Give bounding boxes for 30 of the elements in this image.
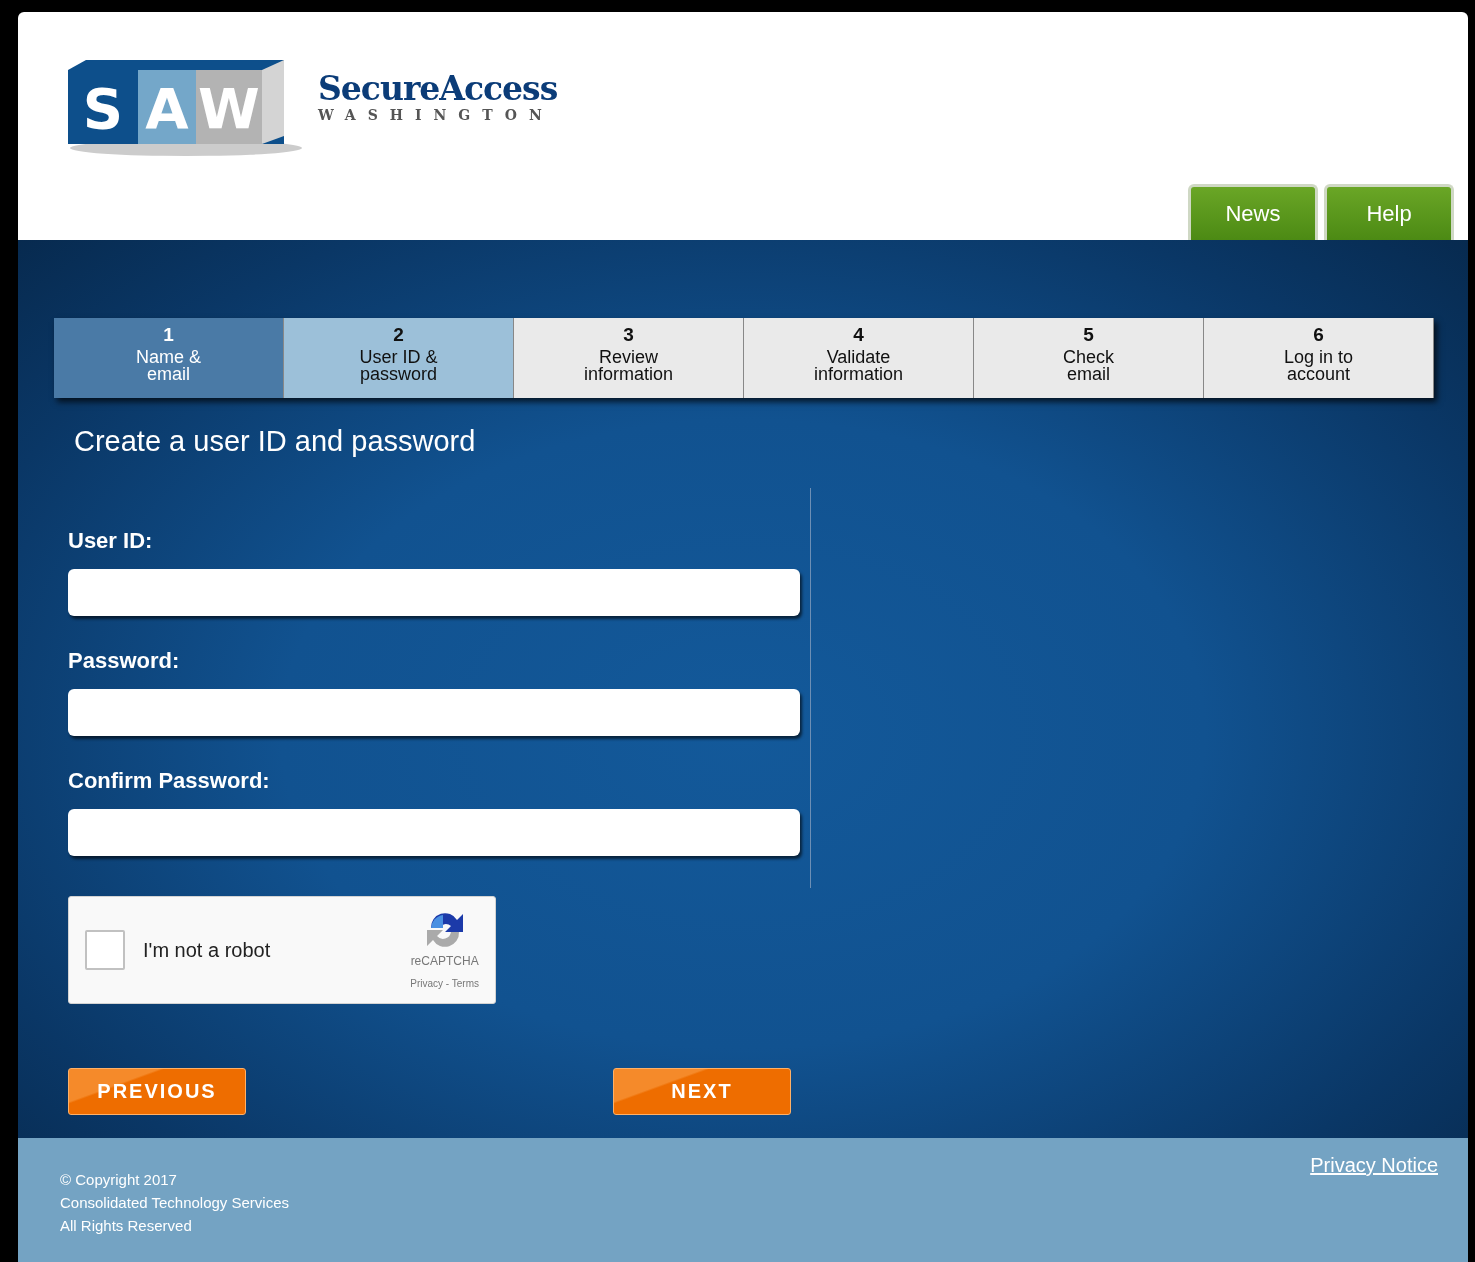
privacy-notice-link[interactable]: Privacy Notice	[1310, 1150, 1438, 1262]
logo-subtitle: WASHINGTON	[318, 106, 555, 125]
field-label: Confirm Password:	[68, 766, 271, 795]
captcha-checkbox[interactable]	[85, 929, 125, 970]
field-label: Password:	[68, 646, 181, 675]
captcha-links[interactable]: Privacy - Terms	[410, 976, 479, 991]
header-tab[interactable]: News	[1188, 184, 1318, 240]
footer-text: © Copyright 2017	[60, 1170, 178, 1190]
header-tab[interactable]: Help	[1324, 184, 1454, 240]
footer-text: All Rights Reserved	[60, 1216, 193, 1236]
input-field[interactable]	[68, 808, 800, 856]
input-field[interactable]	[68, 568, 800, 616]
logo-letter: A	[145, 76, 189, 141]
wizard-step: 4 Validate information	[744, 318, 974, 398]
input-field[interactable]	[68, 688, 800, 736]
footer-text: Consolidated Technology Services	[60, 1193, 290, 1213]
page-heading: Create a user ID and password	[74, 424, 477, 459]
wizard-step: 3 Review information	[514, 318, 744, 398]
next-button[interactable]: NEXT	[613, 1067, 791, 1115]
wizard-step: 5 Check email	[974, 318, 1204, 398]
wizard-step: 6 Log in to account	[1204, 318, 1434, 398]
logo-letter: S	[82, 76, 124, 141]
captcha-brand: reCAPTCHA	[410, 953, 479, 970]
logo-letter: W	[198, 76, 260, 141]
wizard-step: 1 Name & email	[54, 318, 284, 398]
captcha-label: I'm not a robot	[143, 937, 271, 963]
field-label: User ID:	[68, 526, 154, 555]
wizard-step: 2 User ID & password	[284, 318, 514, 398]
logo-name: SecureAccess	[318, 72, 558, 105]
previous-button[interactable]: PREVIOUS	[68, 1067, 246, 1115]
